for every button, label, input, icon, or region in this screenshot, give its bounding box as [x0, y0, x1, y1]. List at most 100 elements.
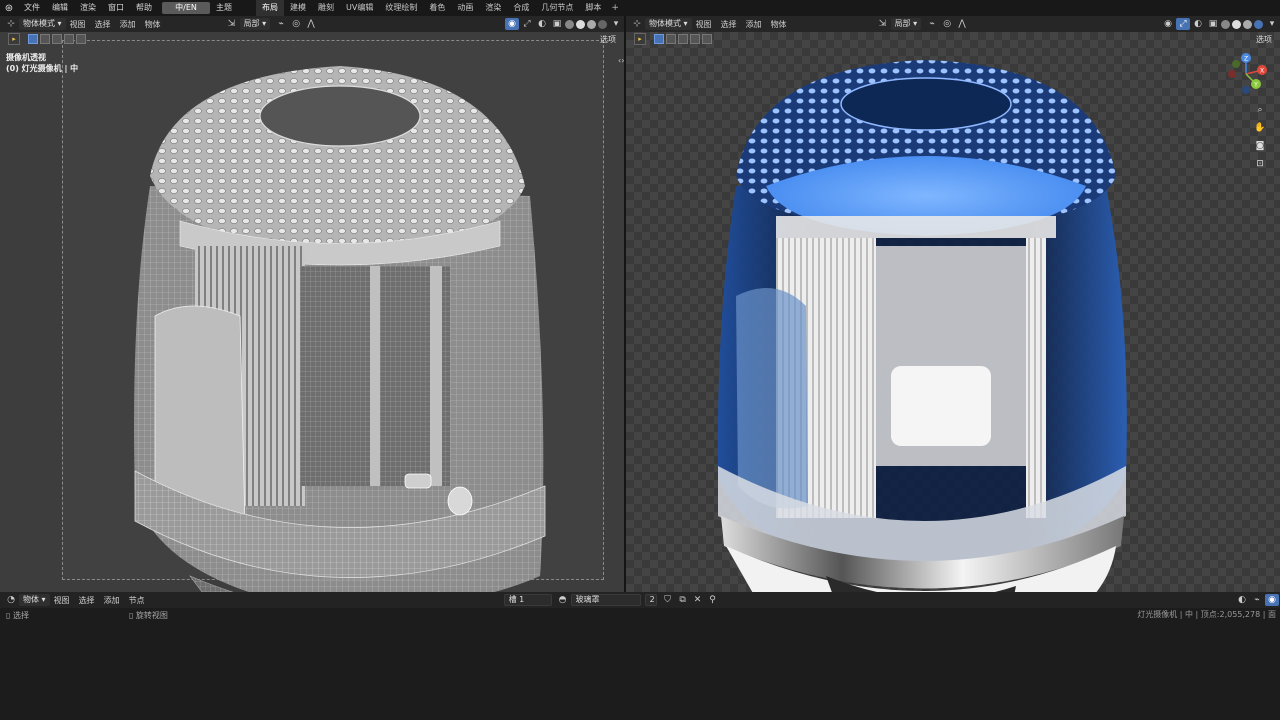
- falloff-icon[interactable]: ⋀: [304, 18, 318, 30]
- material-slot-dropdown[interactable]: 槽 1: [503, 594, 552, 606]
- tab-geometry-nodes[interactable]: 几何节点: [535, 0, 579, 16]
- overlay-toggle-icon[interactable]: ◐: [535, 18, 549, 30]
- falloff-icon[interactable]: ⋀: [955, 18, 969, 30]
- overlay-toggle-icon[interactable]: ◐: [1235, 594, 1249, 606]
- material-shading-icon[interactable]: [587, 19, 596, 29]
- proportional-edit-icon[interactable]: ◎: [289, 18, 303, 30]
- material-name-field[interactable]: 玻璃罩: [570, 594, 641, 606]
- menu-view[interactable]: 视图: [70, 19, 86, 30]
- menu-help[interactable]: 帮助: [130, 0, 158, 16]
- select-extend-icon[interactable]: [40, 34, 50, 44]
- duplicate-material-icon[interactable]: ⧉: [676, 594, 690, 606]
- material-sphere-icon[interactable]: ◓: [556, 594, 570, 606]
- menu-file[interactable]: 文件: [18, 0, 46, 16]
- menu-add[interactable]: 添加: [746, 19, 762, 30]
- gizmo-toggle-icon[interactable]: ⤢: [1176, 18, 1190, 30]
- menu-object[interactable]: 物体: [771, 19, 787, 30]
- left-options-button[interactable]: 选项: [600, 34, 616, 45]
- pin-icon[interactable]: ⚲: [706, 594, 720, 606]
- xray-icon[interactable]: ▣: [550, 18, 564, 30]
- tab-rendering[interactable]: 渲染: [479, 0, 507, 16]
- select-box-icon[interactable]: [654, 34, 664, 44]
- shading-options-icon[interactable]: ▾: [609, 18, 623, 30]
- tab-shading[interactable]: 着色: [423, 0, 451, 16]
- object-type-dropdown[interactable]: 物体 ▾: [19, 594, 50, 606]
- snap-icon[interactable]: ⌁: [1250, 594, 1264, 606]
- select-tool-icon[interactable]: ▸: [8, 33, 20, 45]
- transform-orientation-icon[interactable]: ⇲: [876, 18, 890, 30]
- tab-scripting[interactable]: 脚本: [579, 0, 607, 16]
- object-mode-dropdown[interactable]: 物体模式 ▾: [19, 18, 66, 30]
- editor-type-icon[interactable]: ⊹: [4, 18, 18, 30]
- select-subtract-icon[interactable]: [52, 34, 62, 44]
- menu-add[interactable]: 添加: [104, 595, 120, 606]
- menu-view[interactable]: 视图: [696, 19, 712, 30]
- zoom-icon[interactable]: ⌕: [1254, 104, 1266, 116]
- tab-uv-editing[interactable]: UV编辑: [340, 0, 379, 16]
- select-intersect-icon[interactable]: [702, 34, 712, 44]
- gizmo-toggle-icon[interactable]: ⤢: [520, 18, 534, 30]
- solid-shading-icon[interactable]: [576, 19, 585, 29]
- snap-icon[interactable]: ⌁: [925, 18, 939, 30]
- lock-icon[interactable]: ⊡: [1254, 158, 1266, 170]
- right-options-button[interactable]: 选项: [1256, 34, 1272, 45]
- tab-sculpting[interactable]: 雕刻: [312, 0, 340, 16]
- pan-hand-icon[interactable]: ✋: [1254, 122, 1266, 134]
- select-box-icon[interactable]: [28, 34, 38, 44]
- menu-select[interactable]: 选择: [79, 595, 95, 606]
- menu-node[interactable]: 节点: [129, 595, 145, 606]
- editor-type-icon[interactable]: ⊹: [630, 18, 644, 30]
- backdrop-icon[interactable]: ◉: [1265, 594, 1279, 606]
- tab-modeling[interactable]: 建模: [284, 0, 312, 16]
- select-intersect-icon[interactable]: [76, 34, 86, 44]
- navigation-gizmo[interactable]: Z X Y: [1224, 52, 1268, 96]
- solid-shading-icon[interactable]: [1232, 19, 1241, 29]
- material-shading-icon[interactable]: [1243, 19, 1252, 29]
- pivot-dropdown[interactable]: 局部 ▾: [890, 18, 922, 30]
- tab-animation[interactable]: 动画: [451, 0, 479, 16]
- camera-view-icon[interactable]: ◙: [1254, 140, 1266, 152]
- unlink-material-icon[interactable]: ✕: [691, 594, 705, 606]
- select-subtract-icon[interactable]: [678, 34, 688, 44]
- menu-object[interactable]: 物体: [145, 19, 161, 30]
- select-tool-icon[interactable]: ▸: [634, 33, 646, 45]
- menu-add[interactable]: 添加: [120, 19, 136, 30]
- menu-window[interactable]: 窗口: [102, 0, 130, 16]
- language-toggle-button[interactable]: 中/EN: [162, 2, 210, 14]
- menu-theme[interactable]: 主题: [210, 0, 238, 16]
- tab-texture-paint[interactable]: 纹理绘制: [379, 0, 423, 16]
- add-workspace-button[interactable]: +: [607, 3, 623, 13]
- fake-user-shield-icon[interactable]: ⛉: [661, 594, 675, 606]
- xray-icon[interactable]: ▣: [1206, 18, 1220, 30]
- menu-select[interactable]: 选择: [721, 19, 737, 30]
- snap-icon[interactable]: ⌁: [274, 18, 288, 30]
- visibility-icon[interactable]: ◉: [505, 18, 519, 30]
- transform-orientation-icon[interactable]: ⇲: [225, 18, 239, 30]
- menu-render[interactable]: 渲染: [74, 0, 102, 16]
- wireframe-shading-icon[interactable]: [565, 19, 574, 29]
- pivot-label: 局部: [243, 19, 260, 28]
- select-invert-icon[interactable]: [690, 34, 700, 44]
- select-invert-icon[interactable]: [64, 34, 74, 44]
- shading-options-icon[interactable]: ▾: [1265, 18, 1279, 30]
- material-users-count[interactable]: 2: [644, 594, 657, 606]
- pivot-dropdown[interactable]: 局部 ▾: [239, 18, 271, 30]
- editor-type-icon[interactable]: ◔: [4, 594, 18, 606]
- select-extend-icon[interactable]: [666, 34, 676, 44]
- rendered-shading-icon[interactable]: [598, 19, 607, 29]
- blender-logo-icon[interactable]: ⊛: [0, 0, 18, 16]
- left-viewport[interactable]: ⊹ 物体模式 ▾ 视图 选择 添加 物体 ⇲ 局部 ▾ ⌁ ◎ ⋀ ◉ ⤢ ◐ …: [0, 16, 624, 592]
- tab-compositing[interactable]: 合成: [507, 0, 535, 16]
- menu-select[interactable]: 选择: [95, 19, 111, 30]
- wireframe-shading-icon[interactable]: [1221, 19, 1230, 29]
- menu-edit[interactable]: 编辑: [46, 0, 74, 16]
- overlay-toggle-icon[interactable]: ◐: [1191, 18, 1205, 30]
- tab-layout[interactable]: 布局: [256, 0, 284, 16]
- visibility-icon[interactable]: ◉: [1161, 18, 1175, 30]
- split-arrows-icon[interactable]: ‹›: [618, 56, 624, 65]
- object-mode-dropdown[interactable]: 物体模式 ▾: [645, 18, 692, 30]
- proportional-edit-icon[interactable]: ◎: [940, 18, 954, 30]
- menu-view[interactable]: 视图: [54, 595, 70, 606]
- rendered-shading-icon[interactable]: [1254, 19, 1263, 29]
- right-viewport[interactable]: ⊹ 物体模式 ▾ 视图 选择 添加 物体 ⇲ 局部 ▾ ⌁ ◎ ⋀ ◉ ⤢ ◐ …: [626, 16, 1280, 592]
